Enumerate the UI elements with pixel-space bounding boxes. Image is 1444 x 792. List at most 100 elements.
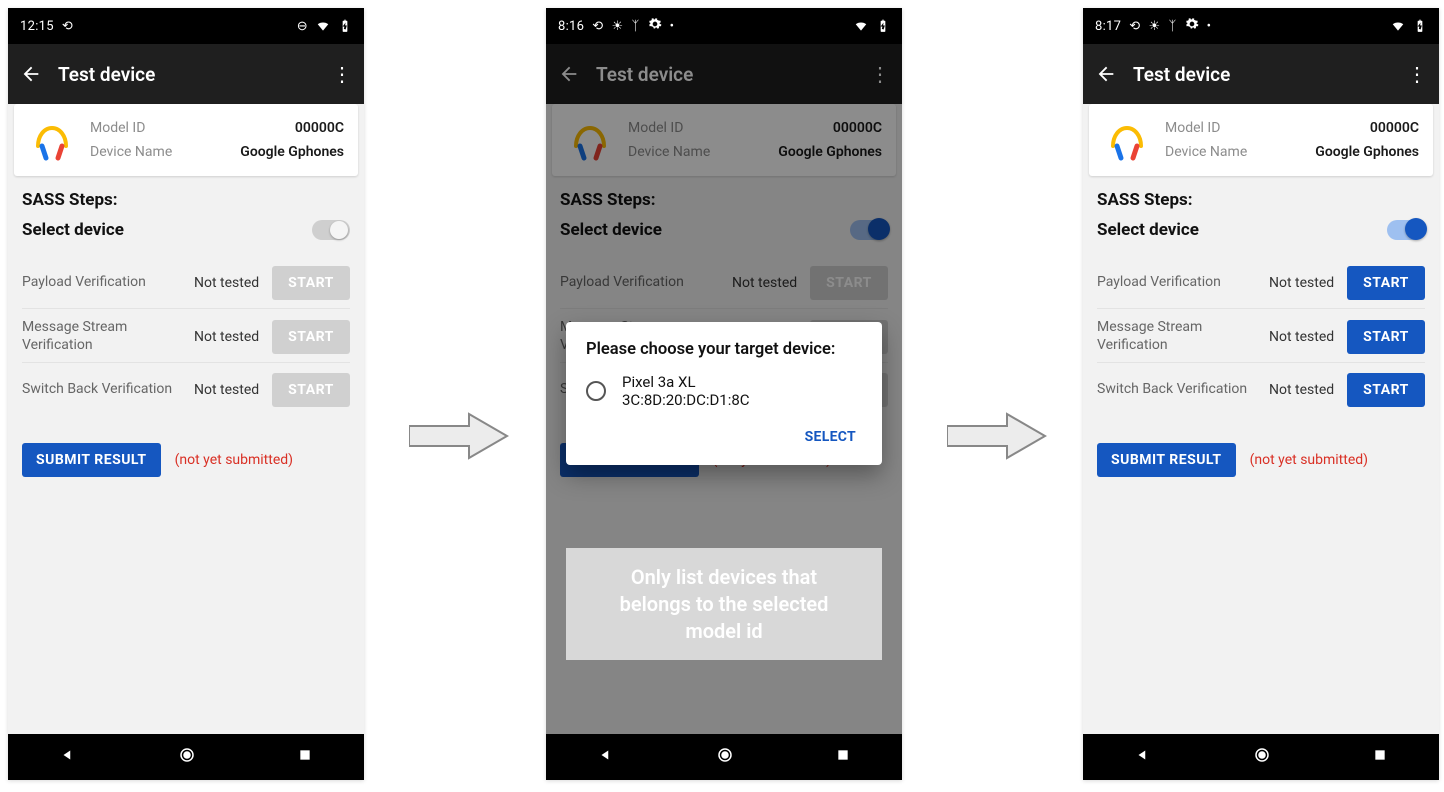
- nav-recents-icon[interactable]: [297, 747, 313, 767]
- annotation-overlay: Only list devices that belongs to the se…: [566, 548, 882, 660]
- dot-icon: •: [1207, 19, 1212, 34]
- target-device-dialog: Please choose your target device: Pixel …: [566, 322, 882, 465]
- wifi-icon: [854, 19, 868, 33]
- nav-home-icon[interactable]: [716, 746, 734, 768]
- status-time: 12:15: [20, 19, 54, 34]
- nav-bar: [546, 734, 902, 780]
- submit-status-note: (not yet submitted): [1250, 452, 1368, 468]
- model-id-label: Model ID: [1165, 120, 1220, 136]
- select-device-toggle[interactable]: [312, 220, 350, 240]
- start-button[interactable]: START: [1347, 266, 1425, 300]
- status-time: 8:16: [558, 19, 584, 34]
- test-status: Not tested: [1269, 329, 1339, 345]
- battery-icon: [876, 19, 890, 33]
- test-row: Payload Verification Not tested START: [22, 256, 350, 308]
- nav-home-icon[interactable]: [178, 746, 196, 768]
- app-bar: Test device ⋮: [8, 44, 364, 104]
- submit-status-note: (not yet submitted): [175, 452, 293, 468]
- screen-2: 8:16 ⟲ ☀ ᛉ • Test device ⋮ Model ID00000…: [546, 8, 902, 780]
- back-button[interactable]: [1095, 63, 1117, 85]
- start-button[interactable]: START: [1347, 320, 1425, 354]
- test-name: Message Stream Verification: [1097, 319, 1261, 354]
- loop-icon: ⟲: [62, 19, 73, 34]
- start-button[interactable]: START: [272, 266, 350, 300]
- test-list: Payload Verification Not tested START Me…: [22, 256, 350, 415]
- test-name: Switch Back Verification: [1097, 381, 1261, 399]
- more-button[interactable]: ⋮: [1403, 64, 1427, 84]
- nav-bar: [8, 734, 364, 780]
- device-name-label: Device Name: [90, 144, 172, 160]
- appbar-title: Test device: [1133, 63, 1403, 86]
- test-status: Not tested: [194, 329, 264, 345]
- test-name: Message Stream Verification: [22, 319, 186, 354]
- dot-icon: •: [670, 19, 675, 34]
- model-id-value: 00000C: [1370, 120, 1419, 136]
- start-button[interactable]: START: [1347, 373, 1425, 407]
- radio-icon[interactable]: [586, 381, 606, 401]
- test-status: Not tested: [194, 275, 264, 291]
- sass-steps-title: SASS Steps:: [1097, 190, 1425, 210]
- nav-recents-icon[interactable]: [1372, 747, 1388, 767]
- appbar-title: Test device: [58, 63, 328, 86]
- select-device-label: Select device: [22, 220, 124, 240]
- arrow-right-icon: [409, 412, 509, 460]
- battery-icon: [338, 19, 352, 33]
- submit-result-button[interactable]: SUBMIT RESULT: [1097, 443, 1236, 477]
- test-name: Switch Back Verification: [22, 381, 186, 399]
- more-button[interactable]: ⋮: [328, 64, 352, 84]
- sun-icon: ☀: [611, 19, 623, 34]
- battery-icon: [1413, 19, 1427, 33]
- sun-icon: ☀: [1148, 19, 1160, 34]
- device-card: Model ID 00000C Device Name Google Gphones: [14, 104, 358, 176]
- model-id-label: Model ID: [90, 120, 145, 136]
- start-button[interactable]: START: [272, 373, 350, 407]
- loop-icon: ⟲: [1129, 19, 1140, 34]
- status-bar: 8:17 ⟲ ☀ ᛉ •: [1083, 8, 1439, 44]
- test-list: Payload Verification Not tested START Me…: [1097, 256, 1425, 415]
- nav-back-icon[interactable]: [59, 746, 77, 768]
- nav-back-icon[interactable]: [1134, 746, 1152, 768]
- headphones-icon: [1103, 116, 1151, 164]
- status-bar: 12:15 ⟲ ⊖: [8, 8, 364, 44]
- screen-3: 8:17 ⟲ ☀ ᛉ • Test device ⋮ Model ID 00000…: [1083, 8, 1439, 780]
- arrow-right-icon: [947, 412, 1047, 460]
- fork-icon: ᛉ: [631, 19, 639, 34]
- app-bar: Test device ⋮: [1083, 44, 1439, 104]
- start-button[interactable]: START: [272, 320, 350, 354]
- wifi-icon: [1391, 19, 1405, 33]
- test-row: Payload Verification Not tested START: [1097, 256, 1425, 308]
- device-card: Model ID00000C Device NameGoogle Gphones: [1089, 104, 1433, 176]
- test-row: Switch Back Verification Not tested STAR…: [1097, 362, 1425, 415]
- screen-1: 12:15 ⟲ ⊖ Test device ⋮ Model ID 00000C D…: [8, 8, 364, 780]
- dialog-select-button[interactable]: SELECT: [799, 419, 862, 455]
- back-button[interactable]: [20, 63, 42, 85]
- dnd-icon: ⊖: [297, 19, 308, 34]
- test-status: Not tested: [1269, 275, 1339, 291]
- gear-icon: [648, 17, 662, 35]
- select-device-toggle[interactable]: [1387, 220, 1425, 240]
- dialog-title: Please choose your target device:: [586, 340, 862, 359]
- status-bar: 8:16 ⟲ ☀ ᛉ •: [546, 8, 902, 44]
- test-status: Not tested: [194, 382, 264, 398]
- headphones-icon: [28, 116, 76, 164]
- device-name-value: Google Gphones: [1315, 144, 1419, 160]
- submit-result-button[interactable]: SUBMIT RESULT: [22, 443, 161, 477]
- gear-icon: [1185, 17, 1199, 35]
- model-id-value: 00000C: [295, 120, 344, 136]
- dialog-option-mac: 3C:8D:20:DC:D1:8C: [622, 391, 750, 409]
- fork-icon: ᛉ: [1168, 19, 1176, 34]
- test-name: Payload Verification: [22, 274, 186, 292]
- test-row: Message Stream Verification Not tested S…: [1097, 308, 1425, 362]
- select-device-label: Select device: [1097, 220, 1199, 240]
- status-time: 8:17: [1095, 19, 1121, 34]
- dialog-option[interactable]: Pixel 3a XL 3C:8D:20:DC:D1:8C: [586, 373, 862, 409]
- test-name: Payload Verification: [1097, 274, 1261, 292]
- nav-home-icon[interactable]: [1253, 746, 1271, 768]
- nav-recents-icon[interactable]: [835, 747, 851, 767]
- loop-icon: ⟲: [592, 19, 603, 34]
- nav-back-icon[interactable]: [597, 746, 615, 768]
- device-name-value: Google Gphones: [240, 144, 344, 160]
- test-row: Message Stream Verification Not tested S…: [22, 308, 350, 362]
- test-row: Switch Back Verification Not tested STAR…: [22, 362, 350, 415]
- sass-steps-title: SASS Steps:: [22, 190, 350, 210]
